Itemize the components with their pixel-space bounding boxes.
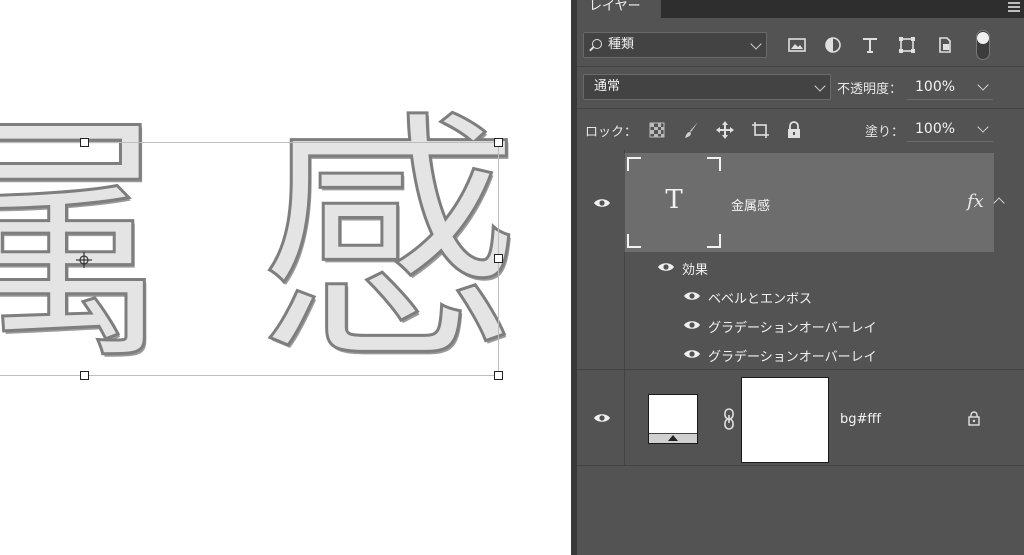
eye-icon[interactable]: [683, 290, 701, 302]
tab-layers[interactable]: レイヤー: [577, 0, 661, 18]
effect-row-gradient-overlay[interactable]: グラデーションオーバーレイ: [625, 310, 1024, 340]
divider: [577, 66, 1024, 67]
layer-row-text[interactable]: T 金属感 fx: [577, 153, 1024, 252]
opacity-label: 不透明度：: [837, 82, 903, 97]
text-layer-t-icon: T: [665, 185, 683, 215]
fx-icon[interactable]: fx: [967, 191, 984, 212]
chevron-down-icon: [750, 38, 762, 50]
collapse-effects-icon[interactable]: [993, 197, 1005, 209]
eye-icon[interactable]: [683, 319, 701, 331]
lock-label: ロック：: [585, 125, 638, 140]
layers-list: T 金属感 fx 効果 ベベルとエンボス グラデーションオーバーレイ グラデーシ…: [577, 150, 1024, 555]
transform-handle-top-right[interactable]: [494, 138, 503, 147]
layer-filter-select[interactable]: 種類: [583, 32, 767, 58]
lock-all-icon[interactable]: [784, 120, 804, 140]
layer-name-text[interactable]: 金属感: [731, 195, 770, 214]
type-filter-icon[interactable]: [860, 35, 880, 55]
crosshair-cursor-icon: [76, 252, 92, 268]
transform-handle-bottom-right[interactable]: [494, 371, 503, 380]
layer-name-bg[interactable]: bg#fff: [840, 412, 881, 427]
image-filter-icon[interactable]: [787, 35, 807, 55]
layer-mask-thumbnail[interactable]: [741, 377, 829, 463]
divider: [577, 108, 1024, 109]
layer-row-fill[interactable]: bg#fff: [577, 369, 1024, 466]
transform-handle-right[interactable]: [494, 254, 503, 263]
transform-handle-top[interactable]: [80, 138, 89, 147]
link-icon[interactable]: [723, 408, 735, 430]
effect-row-bevel-emboss[interactable]: ベベルとエンボス: [625, 281, 1024, 311]
fill-field[interactable]: 100%: [907, 118, 993, 142]
transform-bounding-box[interactable]: [0, 138, 503, 380]
blend-mode-select[interactable]: 通常: [583, 74, 831, 100]
adjustment-filter-icon[interactable]: [823, 35, 843, 55]
effect-label: ベベルとエンボス: [708, 292, 813, 307]
opacity-value: 100%: [915, 79, 956, 95]
lock-position-move-icon[interactable]: [715, 120, 735, 140]
effects-label: 効果: [682, 263, 709, 278]
effect-row-gradient-overlay[interactable]: グラデーションオーバーレイ: [625, 339, 1024, 369]
chevron-down-icon: [814, 80, 826, 92]
effect-label: グラデーションオーバーレイ: [708, 321, 877, 336]
transform-handle-bottom[interactable]: [80, 371, 89, 380]
text-layer-thumbnail: T: [627, 157, 721, 248]
eye-icon[interactable]: [683, 348, 701, 360]
filter-toggle[interactable]: [976, 30, 990, 60]
effects-group-row[interactable]: 効果: [625, 252, 1024, 282]
panel-menu-icon[interactable]: [1008, 0, 1020, 12]
layers-panel: レイヤー 種類 通常 不透明度： 100% ロック： 塗り： 100% T 金属…: [577, 0, 1024, 555]
lock-artboard-icon[interactable]: [750, 120, 770, 140]
shape-filter-icon[interactable]: [897, 35, 917, 55]
document-canvas[interactable]: 属 感: [0, 0, 577, 555]
effect-label: グラデーションオーバーレイ: [708, 350, 877, 365]
lock-pixels-brush-icon[interactable]: [682, 120, 702, 140]
fill-layer-thumbnail[interactable]: [648, 394, 698, 444]
fill-label: 塗り：: [865, 125, 905, 140]
eye-icon[interactable]: [657, 261, 675, 273]
blend-mode-value: 通常: [594, 79, 621, 94]
chevron-down-icon[interactable]: [977, 79, 989, 91]
panel-tabbar: レイヤー: [577, 0, 1024, 18]
search-icon: [592, 39, 602, 49]
lock-icon: [968, 411, 980, 426]
fill-value: 100%: [915, 121, 956, 137]
eye-icon[interactable]: [593, 197, 611, 209]
eye-icon[interactable]: [593, 412, 611, 424]
lock-transparency-icon[interactable]: [647, 120, 667, 140]
opacity-field[interactable]: 100%: [907, 76, 993, 100]
smart-object-filter-icon[interactable]: [935, 35, 955, 55]
chevron-down-icon[interactable]: [977, 121, 989, 133]
